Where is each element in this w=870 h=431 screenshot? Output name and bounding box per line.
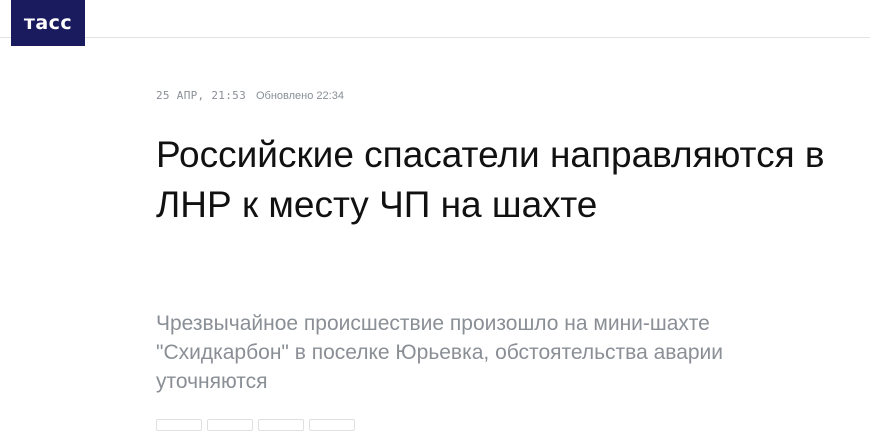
article-meta: 25 АПР, 21:53 Обновлено 22:34 [156,89,344,102]
article-lead: Чрезвычайное происшествие произошло на м… [156,312,724,393]
article-headline: Российские спасатели направляются в ЛНР … [156,134,825,225]
share-button-4[interactable] [309,419,355,431]
share-button-1[interactable] [156,419,202,431]
share-buttons [156,419,355,431]
top-bar [0,0,870,38]
updated-time: Обновлено 22:34 [256,90,344,102]
tass-logo[interactable]: ТАСС [11,0,85,46]
logo-text: ТАСС [23,12,73,34]
share-button-3[interactable] [258,419,304,431]
publish-date: 25 АПР, 21:53 [156,89,246,102]
share-button-2[interactable] [207,419,253,431]
